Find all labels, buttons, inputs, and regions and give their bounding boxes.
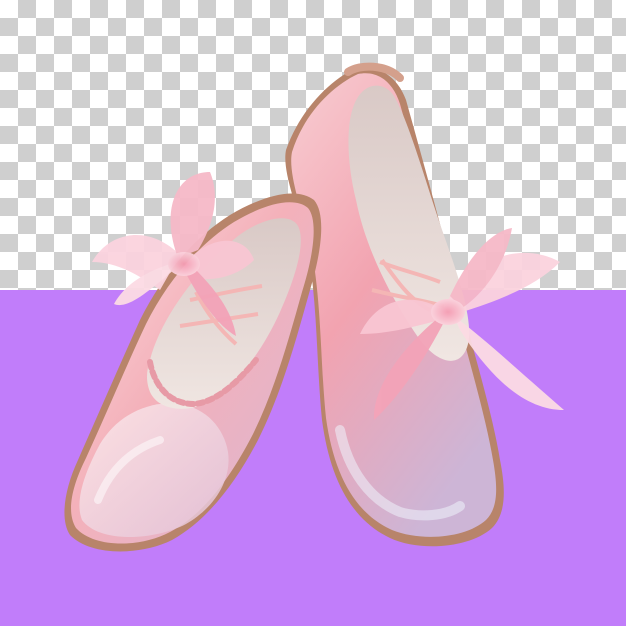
image-canvas — [0, 0, 626, 626]
ballet-flats-illustration — [64, 62, 564, 552]
